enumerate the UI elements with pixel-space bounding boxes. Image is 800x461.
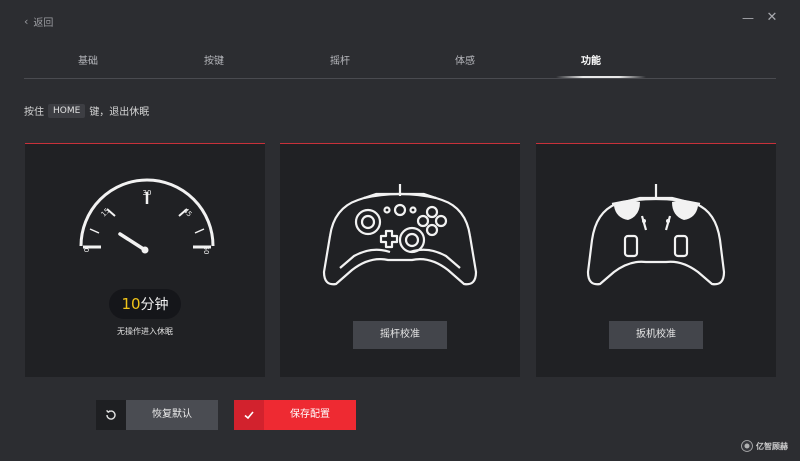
watermark-logo-icon — [741, 440, 753, 452]
dial-tick-15: 15 — [100, 207, 112, 219]
tab-functions[interactable]: 功能 — [541, 52, 641, 67]
dial-tick-45: 45 — [181, 207, 193, 219]
restore-defaults-button[interactable]: 恢复默认 — [96, 400, 218, 430]
tab-motion[interactable]: 体感 — [415, 52, 515, 67]
tab-bar: 基础 按键 摇杆 体感 功能 — [24, 46, 776, 79]
check-icon — [234, 400, 264, 430]
controller-front-illustration — [322, 184, 478, 286]
watermark-text: 亿智顾赫 — [756, 441, 788, 451]
watermark: 亿智顾赫 — [741, 440, 788, 452]
sleep-time-value[interactable]: 10分钟 — [109, 289, 181, 319]
sleep-unit: 分钟 — [140, 297, 169, 313]
home-key-hint: 按住 HOME 键，退出休眠 — [24, 103, 149, 118]
trigger-calibration-button[interactable]: 扳机校准 — [609, 321, 703, 349]
back-button[interactable]: ‹ 返回 — [24, 14, 53, 29]
home-key-badge: HOME — [48, 103, 86, 118]
stick-calibration-button[interactable]: 摇杆校准 — [353, 321, 447, 349]
title-bar: ‹ 返回 — ✕ — [0, 0, 800, 40]
rotate-ccw-icon — [96, 400, 126, 430]
trigger-calibration-card: 扳机校准 — [536, 143, 776, 377]
hint-prefix: 按住 — [24, 107, 44, 118]
save-config-label: 保存配置 — [264, 400, 356, 430]
back-label: 返回 — [33, 18, 54, 29]
dial-tick-60: 60 — [202, 246, 210, 255]
controller-back-illustration — [586, 184, 726, 286]
active-tab-indicator — [556, 76, 646, 78]
dial-tick-0: 0 — [83, 248, 91, 252]
tab-basic[interactable]: 基础 — [38, 52, 138, 67]
dial-tick-30: 30 — [143, 189, 152, 197]
tab-buttons[interactable]: 按键 — [164, 52, 264, 67]
sleep-minutes: 10 — [121, 295, 141, 313]
sleep-dial[interactable]: 30 15 45 0 60 — [25, 144, 265, 284]
close-icon[interactable]: ✕ — [765, 11, 779, 25]
hint-suffix: 键，退出休眠 — [89, 107, 150, 118]
stick-calibration-card: 摇杆校准 — [280, 143, 520, 377]
tab-sticks[interactable]: 摇杆 — [290, 52, 390, 67]
sleep-description: 无操作进入休眠 — [117, 327, 173, 336]
chevron-left-icon: ‹ — [24, 15, 29, 28]
minimize-icon[interactable]: — — [741, 11, 755, 25]
save-config-button[interactable]: 保存配置 — [234, 400, 356, 430]
sleep-timer-card: 30 15 45 0 60 10分钟 无操作进入休眠 — [25, 143, 265, 377]
restore-defaults-label: 恢复默认 — [126, 400, 218, 430]
